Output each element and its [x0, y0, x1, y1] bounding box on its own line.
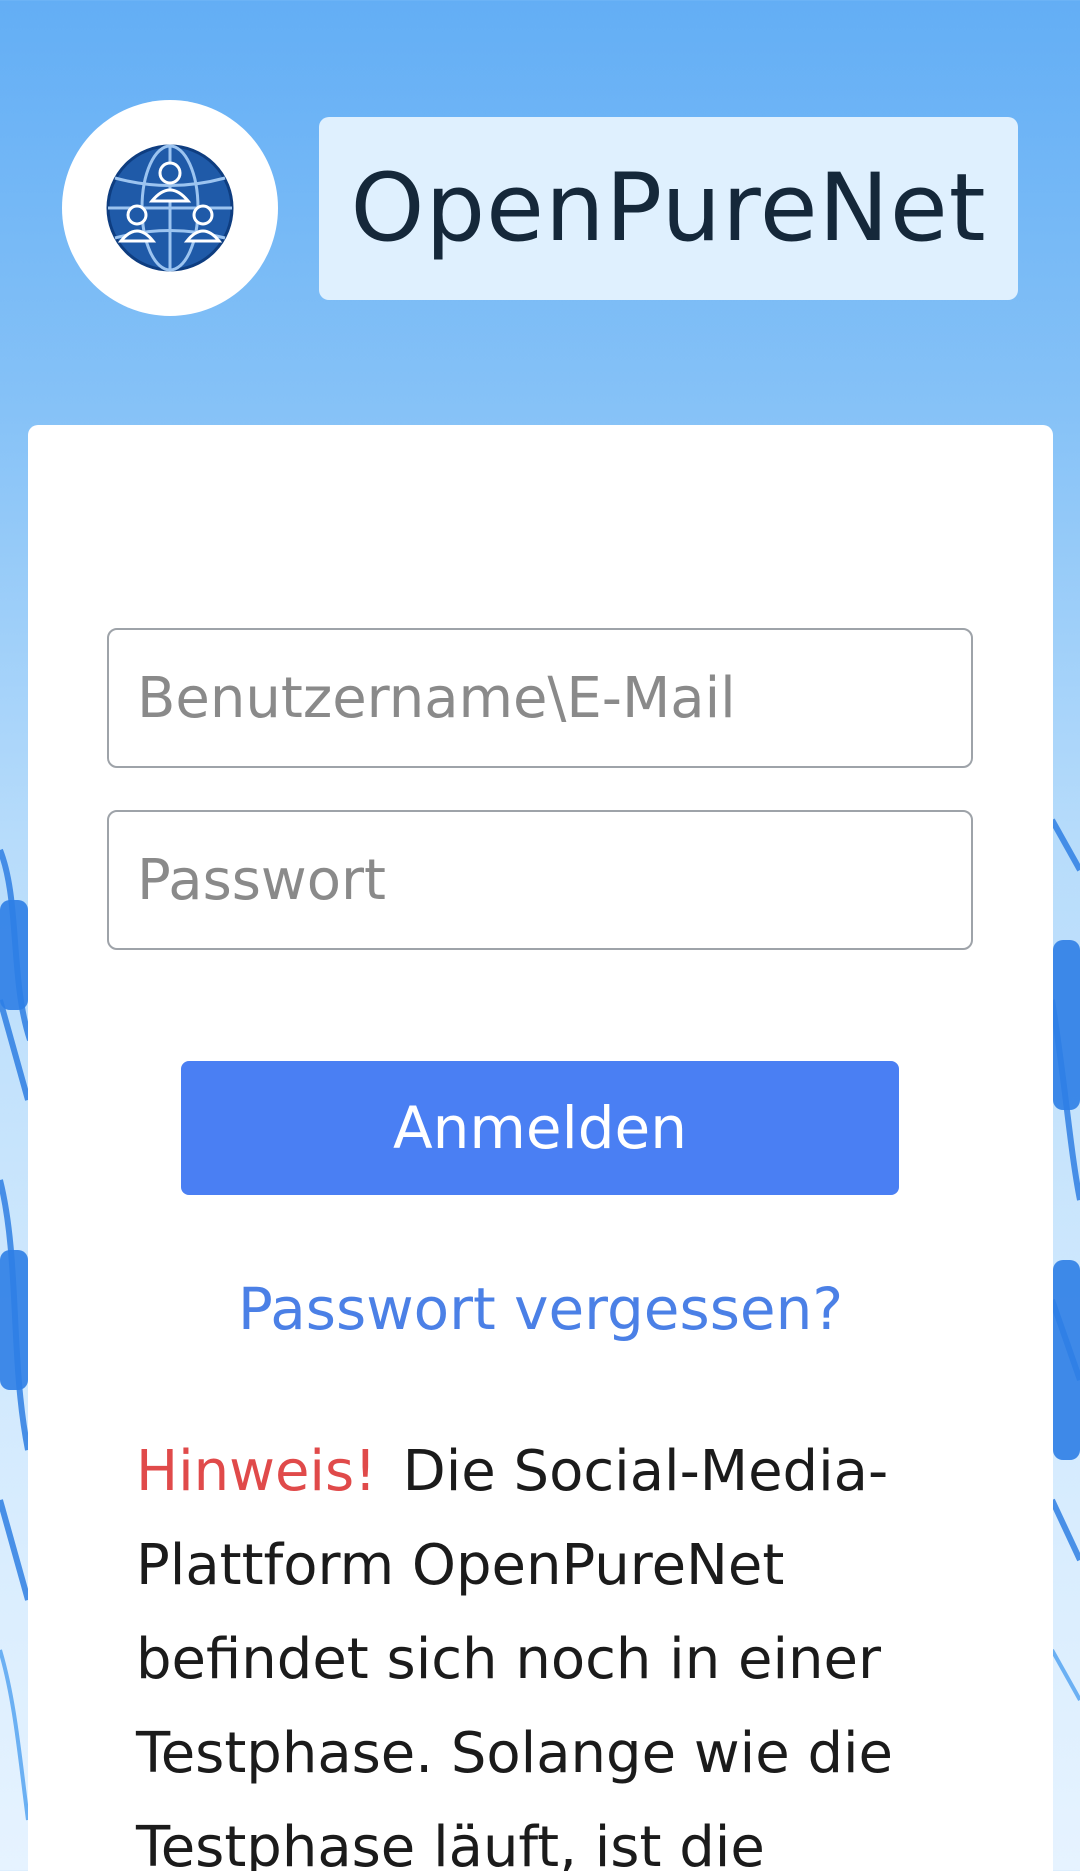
header: OpenPureNet	[0, 0, 1080, 340]
globe-people-icon	[106, 144, 234, 272]
brand-title: OpenPureNet	[350, 154, 987, 263]
login-card: Anmelden Passwort vergessen? Hinweis!Die…	[28, 425, 1053, 1871]
login-button[interactable]: Anmelden	[181, 1061, 899, 1195]
notice-label: Hinweis!	[136, 1439, 377, 1504]
logo	[62, 100, 278, 316]
password-input[interactable]	[107, 810, 973, 950]
brand-box: OpenPureNet	[319, 117, 1018, 300]
username-email-input[interactable]	[107, 628, 973, 768]
forgot-password-link[interactable]: Passwort vergessen?	[28, 1275, 1053, 1343]
notice-text-block: Hinweis! Die Social-Media-Plattform OpenP…	[136, 1425, 936, 1871]
